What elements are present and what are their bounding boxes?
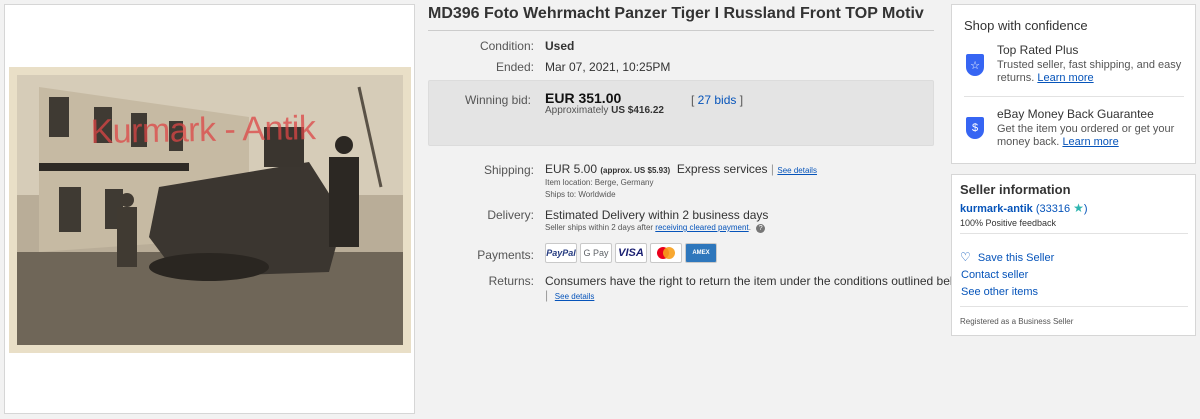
dollar-shield-icon: $ <box>966 117 984 139</box>
shipping-value: EUR 5.00 (approx. US $5.93) Express serv… <box>545 162 817 176</box>
ended-label: Ended: <box>495 60 534 74</box>
save-seller-link[interactable]: Save this Seller <box>978 252 1054 264</box>
photo-watermark: Kurmark - Antik <box>90 109 316 151</box>
business-seller-note: Registered as a Business Seller <box>960 317 1074 326</box>
winning-bid-amount: EUR 351.00 <box>545 90 622 106</box>
help-icon[interactable]: ? <box>756 224 766 233</box>
seller-name-link[interactable]: kurmark-antik <box>960 203 1033 215</box>
confidence-title: Shop with confidence <box>964 18 1088 33</box>
approx-prefix: Approximately <box>545 105 609 116</box>
seller-divider-bottom <box>960 306 1188 307</box>
seller-identity: kurmark-antik (33316 ★) <box>960 201 1088 215</box>
returns-label: Returns: <box>488 274 534 288</box>
confidence-divider <box>964 96 1184 97</box>
title-divider <box>428 30 934 31</box>
shipping-approx: (approx. US $5.93) <box>600 166 671 175</box>
winning-bid-label: Winning bid: <box>464 93 531 107</box>
returns-details-link[interactable]: See details <box>555 292 595 301</box>
paypal-icon: PayPal <box>545 243 577 263</box>
money-back-heading: eBay Money Back Guarantee <box>997 107 1154 121</box>
bids-link[interactable]: 27 bids <box>698 93 737 107</box>
money-back-learn-more[interactable]: Learn more <box>1062 136 1118 148</box>
seller-divider-top <box>960 233 1188 234</box>
condition-value: Used <box>545 39 575 53</box>
ended-value: Mar 07, 2021, 10:25PM <box>545 60 671 74</box>
seller-info-title: Seller information <box>960 182 1071 197</box>
condition-label: Condition: <box>479 39 534 53</box>
heart-icon: ♡ <box>960 250 971 264</box>
shipping-service: Express services <box>676 162 768 176</box>
shipping-label: Shipping: <box>483 163 534 177</box>
bid-count: [ 27 bids ] <box>691 93 744 107</box>
seller-card: Seller information kurmark-antik (33316 … <box>951 174 1196 336</box>
item-image-panel[interactable]: Kurmark - Antik <box>4 4 415 414</box>
shipping-amount: EUR 5.00 <box>545 162 598 176</box>
top-rated-heading: Top Rated Plus <box>997 43 1079 57</box>
visa-icon: VISA <box>615 243 647 263</box>
seller-score-link[interactable]: (33316 <box>1036 203 1070 215</box>
save-seller-row[interactable]: ♡ Save this Seller <box>960 250 1054 264</box>
mastercard-icon <box>650 243 682 263</box>
delivery-note-text: Seller ships within 2 days after <box>545 223 654 232</box>
delivery-label: Delivery: <box>487 208 534 222</box>
payments-label: Payments: <box>477 248 534 262</box>
see-other-items-link[interactable]: See other items <box>961 286 1038 298</box>
top-rated-learn-more[interactable]: Learn more <box>1037 72 1093 84</box>
money-back-desc: Get the item you ordered or get your mon… <box>997 123 1192 149</box>
delivery-note: Seller ships within 2 days after receivi… <box>545 223 766 233</box>
feedback-star-icon: ★ <box>1073 201 1084 215</box>
contact-seller-link[interactable]: Contact seller <box>961 269 1028 281</box>
confidence-card: Shop with confidence ☆ Top Rated Plus Tr… <box>951 4 1196 164</box>
approx-value: US $416.22 <box>611 105 664 116</box>
ships-to: Ships to: Worldwide <box>545 190 616 199</box>
returns-details: | See details <box>545 288 595 302</box>
cleared-payment-link[interactable]: receiving cleared payment <box>655 223 748 232</box>
winning-bid-box: Winning bid: EUR 351.00 Approximately US… <box>428 80 934 146</box>
gpay-icon: G Pay <box>580 243 612 263</box>
seller-score-close: ) <box>1083 203 1088 215</box>
shipping-details-link[interactable]: See details <box>777 166 817 175</box>
item-title: MD396 Foto Wehrmacht Panzer Tiger I Russ… <box>428 5 924 22</box>
positive-feedback: 100% Positive feedback <box>960 218 1057 228</box>
top-rated-desc: Trusted seller, fast shipping, and easy … <box>997 59 1192 85</box>
bid-approx: Approximately US $416.22 <box>545 105 664 116</box>
amex-icon: AMEX <box>685 243 717 263</box>
returns-value: Consumers have the right to return the i… <box>545 274 968 288</box>
star-shield-icon: ☆ <box>966 54 984 76</box>
delivery-value: Estimated Delivery within 2 business day… <box>545 208 769 222</box>
item-location: Item location: Berge, Germany <box>545 178 654 187</box>
